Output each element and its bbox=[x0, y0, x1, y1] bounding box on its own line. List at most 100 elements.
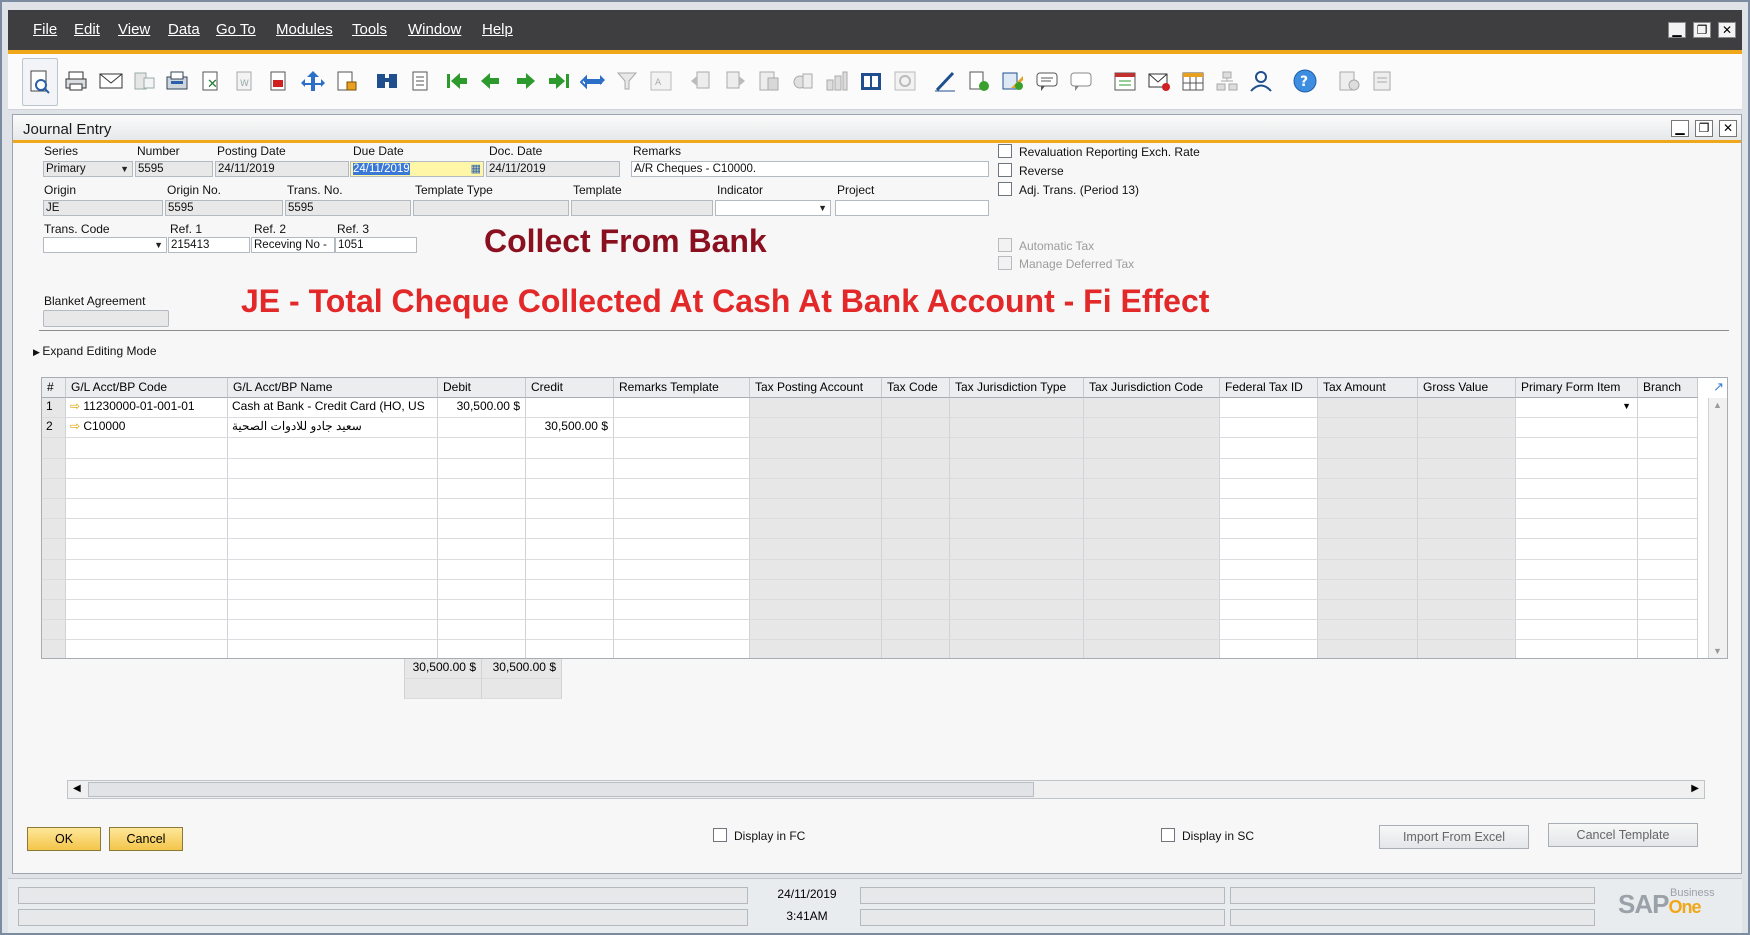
table-cell[interactable] bbox=[1638, 640, 1698, 658]
table-cell[interactable] bbox=[228, 620, 438, 641]
table-cell[interactable] bbox=[1220, 519, 1318, 540]
table-cell[interactable] bbox=[1084, 579, 1220, 600]
table-cell[interactable] bbox=[1638, 438, 1698, 459]
table-cell[interactable] bbox=[1516, 499, 1638, 520]
table-cell[interactable] bbox=[614, 398, 750, 419]
expand-editing-mode[interactable]: ▶ Expand Editing Mode bbox=[33, 344, 157, 358]
table-cell[interactable] bbox=[526, 499, 614, 520]
table-cell[interactable] bbox=[1418, 499, 1516, 520]
menu-edit[interactable]: Edit bbox=[74, 21, 100, 38]
table-cell[interactable] bbox=[66, 620, 228, 641]
table-cell[interactable] bbox=[438, 539, 526, 560]
table-cell[interactable] bbox=[228, 478, 438, 499]
table-cell[interactable] bbox=[882, 640, 950, 658]
table-cell[interactable] bbox=[1318, 478, 1418, 499]
base-document-icon[interactable] bbox=[688, 68, 714, 94]
column-header[interactable]: Tax Posting Account bbox=[750, 378, 882, 398]
table-cell[interactable] bbox=[614, 418, 750, 439]
app-restore-button[interactable]: ❐ bbox=[1693, 22, 1711, 38]
word-icon[interactable]: W bbox=[232, 68, 258, 94]
table-cell[interactable]: 30,500.00 $ bbox=[526, 418, 614, 439]
table-cell[interactable] bbox=[1638, 458, 1698, 479]
table-cell[interactable] bbox=[750, 458, 882, 479]
revaluation-checkbox[interactable] bbox=[998, 144, 1012, 158]
table-cell[interactable] bbox=[1084, 458, 1220, 479]
table-cell[interactable] bbox=[614, 478, 750, 499]
automatic-tax-checkbox[interactable] bbox=[998, 238, 1012, 252]
table-cell[interactable] bbox=[66, 600, 228, 621]
table-cell[interactable] bbox=[950, 499, 1084, 520]
table-cell[interactable] bbox=[950, 600, 1084, 621]
menu-help[interactable]: Help bbox=[482, 21, 513, 38]
table-cell[interactable] bbox=[438, 579, 526, 600]
table-cell[interactable] bbox=[228, 579, 438, 600]
table-cell[interactable] bbox=[1418, 519, 1516, 540]
table-cell[interactable] bbox=[882, 478, 950, 499]
link-arrow-icon[interactable]: ⇨ bbox=[70, 419, 83, 433]
table-cell[interactable] bbox=[1638, 559, 1698, 580]
table-cell[interactable] bbox=[66, 559, 228, 580]
table-cell[interactable] bbox=[1318, 458, 1418, 479]
doc-date-field[interactable]: 24/11/2019 bbox=[486, 161, 620, 177]
table-cell[interactable] bbox=[1220, 640, 1318, 658]
table-cell[interactable]: سعيد جادو للادوات الصحية bbox=[228, 418, 438, 439]
table-cell[interactable] bbox=[1318, 579, 1418, 600]
series-select[interactable]: Primary bbox=[43, 161, 133, 177]
menu-go-to[interactable]: Go To bbox=[216, 21, 256, 38]
scroll-left-icon[interactable]: ◀ bbox=[73, 783, 81, 794]
table-cell[interactable] bbox=[1516, 579, 1638, 600]
column-header[interactable]: Tax Code bbox=[882, 378, 950, 398]
table-cell[interactable] bbox=[750, 579, 882, 600]
table-cell[interactable] bbox=[526, 600, 614, 621]
table-cell[interactable] bbox=[1638, 418, 1698, 439]
column-header[interactable]: Gross Value bbox=[1418, 378, 1516, 398]
table-cell[interactable] bbox=[614, 579, 750, 600]
first-record-icon[interactable] bbox=[444, 68, 470, 94]
table-cell[interactable] bbox=[950, 539, 1084, 560]
table-cell[interactable] bbox=[228, 600, 438, 621]
table-cell[interactable] bbox=[1638, 519, 1698, 540]
settings-icon[interactable] bbox=[892, 68, 918, 94]
org-icon[interactable] bbox=[1214, 68, 1240, 94]
table-cell[interactable] bbox=[1084, 478, 1220, 499]
adj-trans-checkbox[interactable] bbox=[998, 182, 1012, 196]
messages-icon[interactable] bbox=[1068, 68, 1094, 94]
table-cell[interactable] bbox=[1318, 418, 1418, 439]
table-cell[interactable] bbox=[438, 600, 526, 621]
table-cell[interactable] bbox=[1516, 559, 1638, 580]
horizontal-scroll-thumb[interactable] bbox=[88, 782, 1034, 797]
table-cell[interactable] bbox=[1418, 478, 1516, 499]
table-cell[interactable] bbox=[1418, 600, 1516, 621]
menu-data[interactable]: Data bbox=[168, 21, 200, 38]
table-cell[interactable] bbox=[1084, 600, 1220, 621]
table-cell[interactable] bbox=[526, 539, 614, 560]
table-cell[interactable] bbox=[1084, 539, 1220, 560]
table-cell[interactable] bbox=[438, 499, 526, 520]
payment-means-icon[interactable] bbox=[790, 68, 816, 94]
blanket-agreement-field[interactable] bbox=[43, 310, 169, 327]
table-cell[interactable] bbox=[1418, 640, 1516, 658]
template-type-field[interactable] bbox=[413, 200, 569, 216]
table-cell[interactable] bbox=[1220, 499, 1318, 520]
table-cell[interactable] bbox=[1418, 398, 1516, 419]
table-cell[interactable] bbox=[882, 458, 950, 479]
refresh-icon[interactable] bbox=[580, 68, 606, 94]
due-date-field[interactable]: 24/11/2019 ▦ bbox=[350, 161, 484, 177]
table-cell[interactable] bbox=[228, 539, 438, 560]
table-cell[interactable] bbox=[1318, 398, 1418, 419]
table-cell[interactable] bbox=[882, 418, 950, 439]
table-cell[interactable] bbox=[1516, 620, 1638, 641]
ref3-field[interactable]: 1051 bbox=[335, 237, 417, 253]
alerts-icon[interactable] bbox=[1034, 68, 1060, 94]
table-cell[interactable] bbox=[1084, 559, 1220, 580]
table-cell[interactable] bbox=[1220, 418, 1318, 439]
table-cell[interactable] bbox=[1084, 438, 1220, 459]
table-cell[interactable] bbox=[882, 600, 950, 621]
scroll-down-icon[interactable]: ▼ bbox=[1713, 646, 1722, 656]
table-cell[interactable] bbox=[1418, 579, 1516, 600]
volume-weight-icon[interactable] bbox=[824, 68, 850, 94]
table-cell[interactable] bbox=[750, 539, 882, 560]
table-cell[interactable] bbox=[950, 559, 1084, 580]
column-header[interactable]: Tax Jurisdiction Code bbox=[1084, 378, 1220, 398]
table-cell[interactable] bbox=[614, 458, 750, 479]
